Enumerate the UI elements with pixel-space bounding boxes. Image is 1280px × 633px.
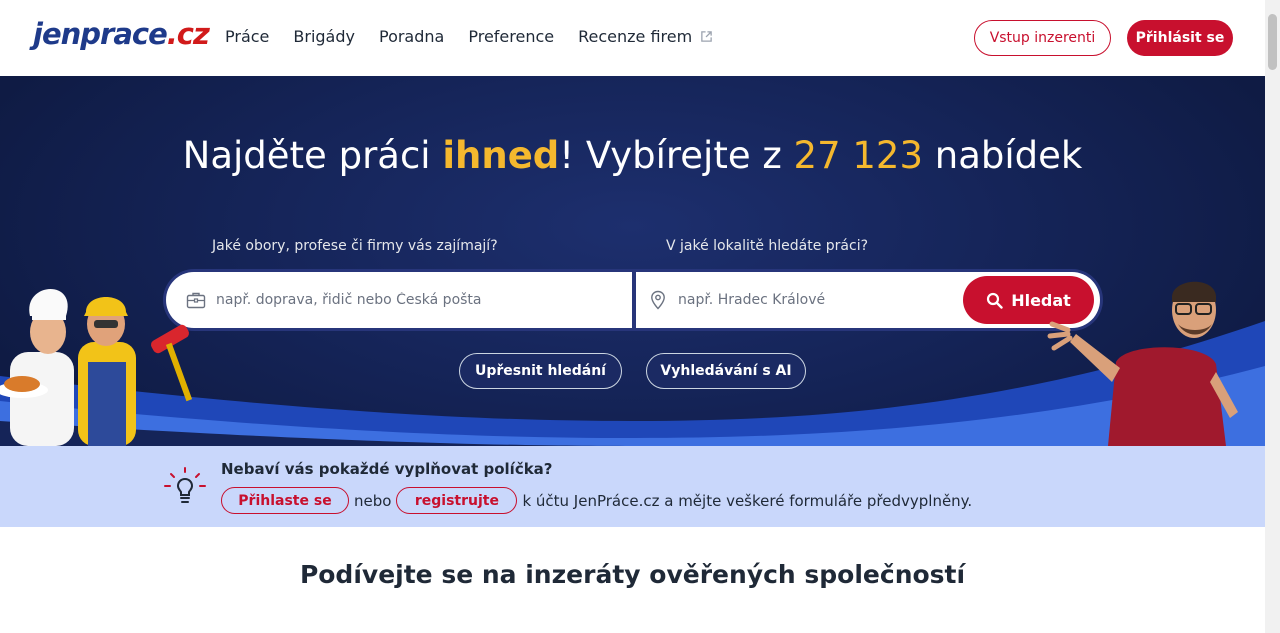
where-input[interactable] xyxy=(678,272,966,328)
what-field xyxy=(166,272,632,328)
section-title: Podívejte se na inzeráty ověřených spole… xyxy=(299,560,966,589)
site-logo[interactable]: jenprace.cz xyxy=(33,17,210,51)
man-illustration xyxy=(1047,281,1238,446)
main-nav: Práce Brigády Poradna Preference Recenze… xyxy=(225,27,713,46)
where-field xyxy=(636,272,966,328)
nav-item-poradna[interactable]: Poradna xyxy=(379,27,444,46)
workers-illustration xyxy=(0,288,193,446)
notice-title: Nebaví vás pokaždé vyplňovat políčka? xyxy=(221,460,553,478)
notice-register-button[interactable]: registrujte xyxy=(396,487,518,514)
location-pin-icon xyxy=(651,290,665,310)
external-link-icon xyxy=(701,31,712,42)
what-field-label: Jaké obory, profese či firmy vás zajímaj… xyxy=(212,238,498,254)
page-scrollbar[interactable] xyxy=(1265,0,1280,633)
notice-connector: nebo xyxy=(354,491,392,510)
refine-search-button[interactable]: Upřesnit hledání xyxy=(459,353,622,389)
hero-title-highlight: ihned xyxy=(442,134,560,177)
notice-login-button[interactable]: Přihlaste se xyxy=(221,487,349,514)
nav-item-recenze-firem[interactable]: Recenze firem xyxy=(578,27,713,46)
lightbulb-icon xyxy=(164,467,206,503)
scrollbar-thumb[interactable] xyxy=(1268,14,1277,70)
search-inner: Hledat xyxy=(166,272,1100,328)
hero-title: Najděte práci ihned! Vybírejte z 27 123 … xyxy=(182,134,1083,177)
search-icon xyxy=(987,292,1003,309)
site-header: jenprace.cz Práce Brigády Poradna Prefer… xyxy=(0,0,1265,76)
notice-line: Přihlaste se nebo registrujte k účtu Jen… xyxy=(221,487,972,514)
nav-item-brigady[interactable]: Brigády xyxy=(293,27,355,46)
what-input[interactable] xyxy=(216,272,632,328)
search-form: Hledat xyxy=(163,269,1103,331)
login-notice: Nebaví vás pokaždé vyplňovat políčka? Př… xyxy=(0,446,1265,527)
where-field-label: V jaké lokalitě hledáte práci? xyxy=(666,238,869,254)
nav-item-preference[interactable]: Preference xyxy=(468,27,554,46)
hero-search: Najděte práci ihned! Vybírejte z 27 123 … xyxy=(0,76,1265,446)
nav-item-prace[interactable]: Práce xyxy=(225,27,269,46)
employer-login-button[interactable]: Vstup inzerenti xyxy=(974,20,1111,56)
login-button[interactable]: Přihlásit se xyxy=(1127,20,1233,56)
ai-search-button[interactable]: Vyhledávání s AI xyxy=(646,353,806,389)
offer-count: 27 123 xyxy=(793,134,923,177)
notice-rest-text: k účtu JenPráce.cz a mějte veškeré formu… xyxy=(522,491,973,510)
